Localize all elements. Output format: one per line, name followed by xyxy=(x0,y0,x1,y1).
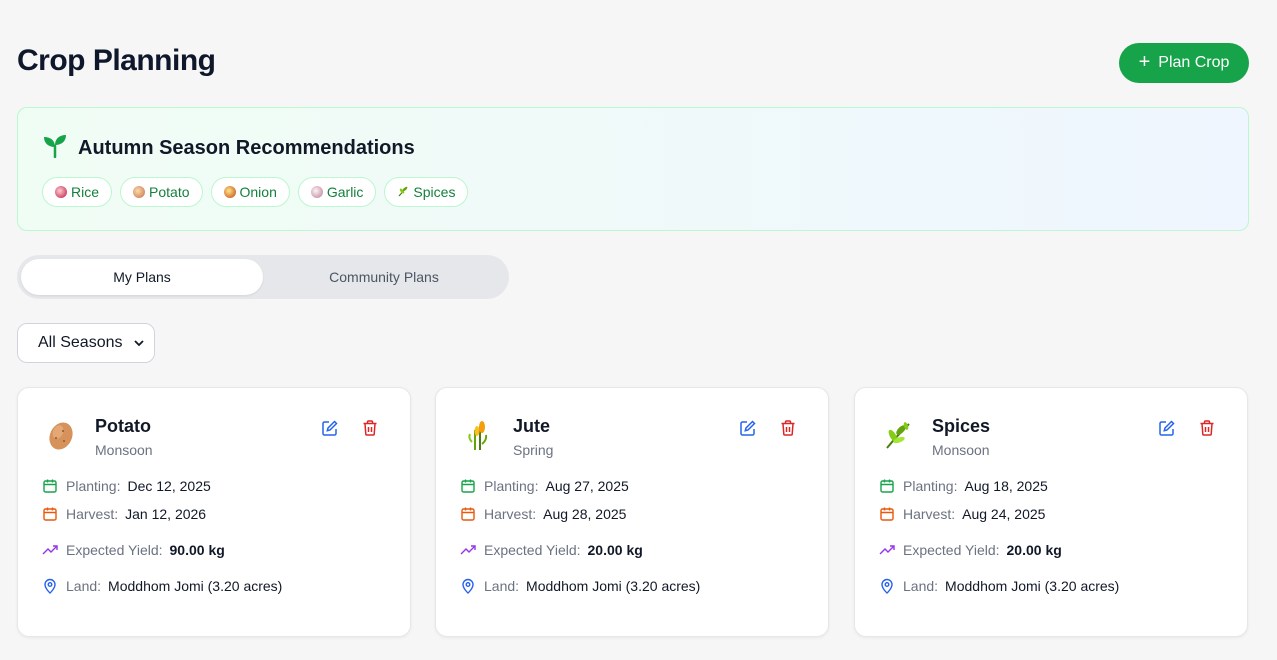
edit-icon[interactable] xyxy=(1158,419,1176,437)
planting-label: Planting: xyxy=(484,478,539,494)
planting-row: Planting: Aug 27, 2025 xyxy=(460,478,629,494)
crop-season: Monsoon xyxy=(95,442,153,458)
crop-season: Spring xyxy=(513,442,554,458)
recommendations-title: Autumn Season Recommendations xyxy=(78,137,415,159)
chip-rice[interactable]: Rice xyxy=(42,177,113,207)
potato-icon xyxy=(44,418,78,452)
map-pin-icon xyxy=(879,578,895,594)
jute-icon xyxy=(462,418,496,452)
sprout-icon xyxy=(42,134,68,163)
planting-date: Dec 12, 2025 xyxy=(127,478,211,494)
planting-date: Aug 27, 2025 xyxy=(545,478,629,494)
calendar-icon xyxy=(879,506,895,522)
edit-icon[interactable] xyxy=(321,419,339,437)
chip-onion[interactable]: Onion xyxy=(210,177,290,207)
tab-my-plans[interactable]: My Plans xyxy=(21,259,263,295)
land-row: Land: Moddhom Jomi (3.20 acres) xyxy=(460,578,700,594)
land-label: Land: xyxy=(903,578,939,594)
season-filter-value: All Seasons xyxy=(38,334,123,351)
calendar-icon xyxy=(460,478,476,494)
harvest-row: Harvest: Jan 12, 2026 xyxy=(42,506,206,522)
trash-icon[interactable] xyxy=(779,419,797,437)
harvest-date: Aug 28, 2025 xyxy=(543,506,627,522)
land-value: Moddhom Jomi (3.20 acres) xyxy=(526,578,701,594)
yield-row: Expected Yield: 90.00 kg xyxy=(42,542,225,558)
land-row: Land: Moddhom Jomi (3.20 acres) xyxy=(879,578,1119,594)
plan-crop-label: Plan Crop xyxy=(1158,54,1230,71)
harvest-label: Harvest: xyxy=(66,506,119,522)
calendar-icon xyxy=(879,478,895,494)
planting-date: Aug 18, 2025 xyxy=(964,478,1048,494)
harvest-label: Harvest: xyxy=(484,506,537,522)
plan-card: Potato Monsoon Planting: Dec 12, 2025 Ha… xyxy=(17,387,411,637)
calendar-icon xyxy=(460,506,476,522)
plan-crop-button[interactable]: + Plan Crop xyxy=(1119,43,1249,83)
planting-row: Planting: Aug 18, 2025 xyxy=(879,478,1048,494)
crop-season: Monsoon xyxy=(932,442,990,458)
map-pin-icon xyxy=(42,578,58,594)
plus-icon: + xyxy=(1138,51,1151,73)
plan-card: Spices Monsoon Planting: Aug 18, 2025 Ha… xyxy=(854,387,1248,637)
rice-icon xyxy=(55,186,67,198)
herb-icon xyxy=(397,184,409,200)
chip-label: Onion xyxy=(239,184,277,200)
garlic-icon xyxy=(310,186,323,198)
land-value: Moddhom Jomi (3.20 acres) xyxy=(108,578,283,594)
yield-value: 20.00 kg xyxy=(1006,542,1062,558)
crop-name: Jute xyxy=(513,416,551,436)
chip-potato[interactable]: Potato xyxy=(120,177,203,207)
harvest-date: Aug 24, 2025 xyxy=(962,506,1046,522)
chip-label: Rice xyxy=(71,184,100,200)
harvest-date: Jan 12, 2026 xyxy=(125,506,207,522)
planting-label: Planting: xyxy=(903,478,958,494)
chip-label: Spices xyxy=(413,184,456,200)
onion-icon xyxy=(223,186,236,198)
calendar-icon xyxy=(42,478,58,494)
plan-tabs: My Plans Community Plans xyxy=(17,255,509,299)
harvest-row: Harvest: Aug 24, 2025 xyxy=(879,506,1045,522)
harvest-label: Harvest: xyxy=(903,506,956,522)
page-title: Crop Planning xyxy=(17,44,216,77)
chevron-down-icon xyxy=(134,334,144,352)
land-label: Land: xyxy=(484,578,520,594)
herb-icon xyxy=(881,418,915,452)
chip-label: Potato xyxy=(149,184,190,200)
yield-value: 90.00 kg xyxy=(169,542,225,558)
crop-name: Potato xyxy=(95,416,151,436)
trash-icon[interactable] xyxy=(361,419,379,437)
land-label: Land: xyxy=(66,578,102,594)
trending-up-icon xyxy=(879,542,895,558)
calendar-icon xyxy=(42,506,58,522)
land-value: Moddhom Jomi (3.20 acres) xyxy=(945,578,1120,594)
planting-label: Planting: xyxy=(66,478,121,494)
yield-label: Expected Yield: xyxy=(903,542,1000,558)
chip-spices[interactable]: Spices xyxy=(384,177,469,207)
crop-name: Spices xyxy=(932,416,991,436)
trending-up-icon xyxy=(460,542,476,558)
land-row: Land: Moddhom Jomi (3.20 acres) xyxy=(42,578,282,594)
season-filter-select[interactable]: All Seasons xyxy=(17,323,155,363)
yield-label: Expected Yield: xyxy=(66,542,163,558)
harvest-row: Harvest: Aug 28, 2025 xyxy=(460,506,626,522)
tab-community-plans[interactable]: Community Plans xyxy=(263,259,505,295)
season-recommendations-panel: Autumn Season Recommendations Rice Potat… xyxy=(17,107,1249,231)
planting-row: Planting: Dec 12, 2025 xyxy=(42,478,211,494)
chip-label: Garlic xyxy=(326,184,364,200)
potato-icon xyxy=(133,186,146,198)
yield-row: Expected Yield: 20.00 kg xyxy=(879,542,1062,558)
recommendation-chips: Rice Potato Onion Garlic Spices xyxy=(42,177,469,207)
edit-icon[interactable] xyxy=(739,419,757,437)
chip-garlic[interactable]: Garlic xyxy=(297,177,377,207)
plan-card: Jute Spring Planting: Aug 27, 2025 Harve… xyxy=(435,387,829,637)
yield-value: 20.00 kg xyxy=(587,542,643,558)
map-pin-icon xyxy=(460,578,476,594)
trash-icon[interactable] xyxy=(1198,419,1216,437)
trending-up-icon xyxy=(42,542,58,558)
yield-row: Expected Yield: 20.00 kg xyxy=(460,542,643,558)
yield-label: Expected Yield: xyxy=(484,542,581,558)
